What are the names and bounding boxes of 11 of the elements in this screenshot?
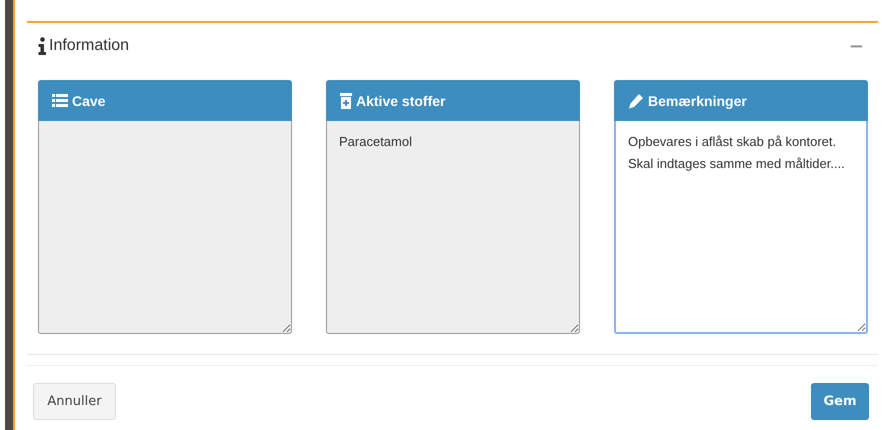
text-area[interactable]: Opbevares i aflåst skab på kontoret. Skal indtages samme med måltider.... [614, 121, 868, 334]
card-title: Bemærkninger [648, 92, 747, 108]
panel-title: Information [49, 37, 130, 55]
save-button[interactable]: Gem [811, 383, 869, 420]
info-icon [38, 37, 46, 55]
cancel-button[interactable]: Annuller [33, 383, 116, 420]
pencil-icon [628, 92, 644, 108]
pill-bottle-icon [340, 92, 352, 108]
card-title: Aktive stoffer [356, 92, 446, 108]
list-icon [52, 94, 68, 107]
card-title: Cave [72, 92, 106, 108]
